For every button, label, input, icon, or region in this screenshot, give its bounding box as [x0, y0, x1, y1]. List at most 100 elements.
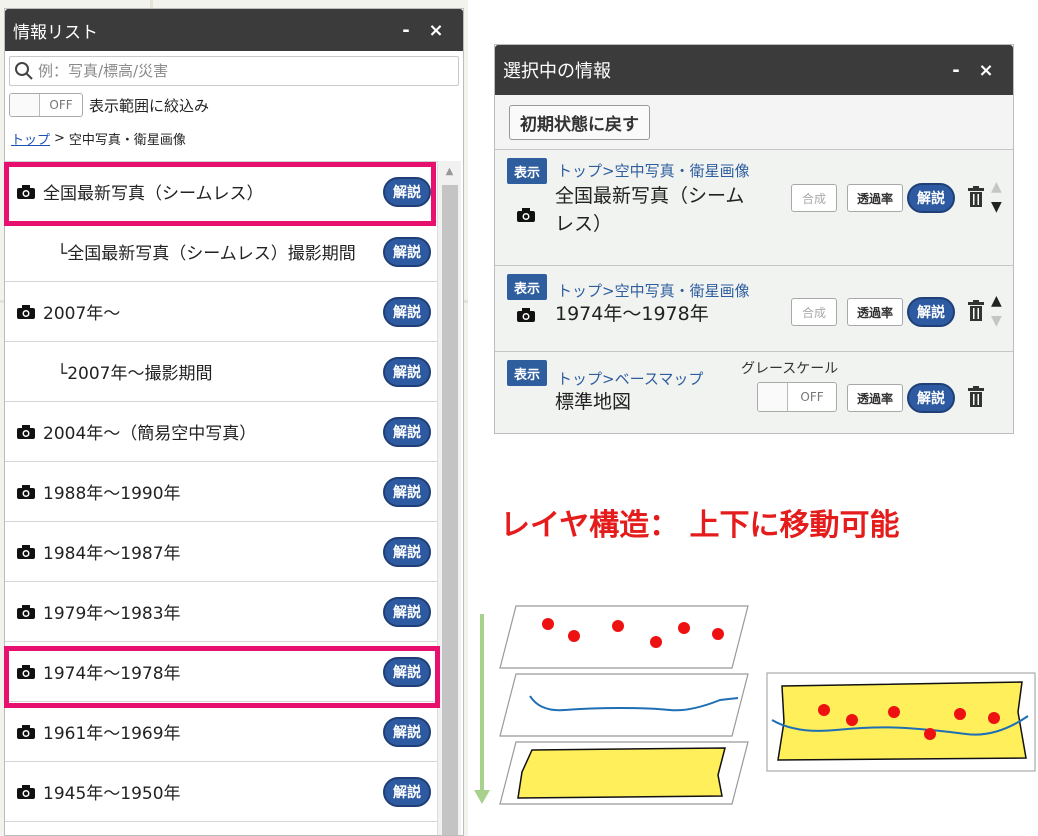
list-item-label: └全国最新写真（シームレス）撮影期間	[57, 244, 356, 264]
close-button[interactable]: ×	[421, 20, 451, 41]
minimize-button[interactable]: -	[391, 20, 421, 41]
show-button[interactable]: 表示	[507, 158, 547, 184]
selected-layer-1: 表示 トップ>空中写真・衛星画像 全国最新写真（シーム レス） 合成 透過率 解…	[495, 149, 1013, 265]
list-item[interactable]: └2007年～撮影期間 解説	[5, 342, 437, 402]
move-up-arrow-icon[interactable]: ▲	[991, 294, 1002, 308]
list-item-label: 1984年～1987年	[43, 544, 181, 564]
composite-button[interactable]: 合成	[791, 184, 837, 212]
reset-area: 初期状態に戻す	[495, 95, 1013, 149]
display-range-filter: OFF 表示範囲に絞込み	[9, 93, 463, 117]
list-item-icon	[17, 184, 37, 199]
merged-area-fill	[777, 681, 1027, 761]
kaisetsu-button[interactable]: 解説	[383, 356, 431, 387]
list-scrollbar[interactable]: ▲	[437, 161, 461, 835]
breadcrumb-top-link[interactable]: トップ	[11, 129, 50, 148]
layer-structure-headline: レイヤ構造： 上下に移動可能	[500, 508, 900, 543]
transparency-button[interactable]: 透過率	[847, 298, 903, 326]
trash-icon[interactable]	[967, 386, 985, 408]
list-item-icon	[17, 544, 37, 559]
search-box	[9, 56, 459, 86]
list-item-icon	[17, 304, 37, 319]
list-item[interactable]: 1984年～1987年 解説	[5, 522, 437, 582]
list-item[interactable]: 全国最新写真（シームレス） 解説	[5, 162, 437, 222]
merged-point-marker	[888, 706, 900, 718]
kaisetsu-button[interactable]: 解説	[383, 536, 431, 567]
list-item[interactable]: 2004年～（簡易空中写真） 解説	[5, 402, 437, 462]
list-item[interactable]: 1961年～1969年 解説	[5, 702, 437, 762]
kaisetsu-button[interactable]: 解説	[383, 416, 431, 447]
list-item-label: 1961年～1969年	[43, 724, 181, 744]
layer-title: 1974年～1978年	[555, 303, 709, 325]
info-panel-header: 情報リスト - ×	[5, 9, 463, 51]
minimize-button[interactable]: -	[941, 60, 971, 81]
kaisetsu-button[interactable]: 解説	[383, 176, 431, 207]
toggle-state: OFF	[49, 98, 73, 112]
transparency-button[interactable]: 透過率	[847, 384, 903, 412]
list-item-label: └2007年～撮影期間	[57, 364, 213, 384]
toggle-knob	[10, 94, 40, 116]
show-button[interactable]: 表示	[507, 274, 547, 300]
camera-icon	[17, 424, 35, 439]
list-item-icon	[17, 424, 37, 439]
list-item-label: 1945年～1950年	[43, 784, 181, 804]
selected-layer-2: 表示 トップ>空中写真・衛星画像 1974年～1978年 合成 透過率 解説 ▲…	[495, 265, 1013, 351]
list-item[interactable]: 1988年～1990年 解説	[5, 462, 437, 522]
kaisetsu-button[interactable]: 解説	[383, 476, 431, 507]
kaisetsu-button[interactable]: 解説	[907, 297, 955, 327]
layer-stack-illustration	[474, 605, 749, 805]
move-down-arrow-icon[interactable]: ▼	[991, 314, 1002, 328]
kaisetsu-button[interactable]: 解説	[383, 716, 431, 747]
panel-title: 情報リスト	[13, 22, 98, 43]
kaisetsu-button[interactable]: 解説	[907, 183, 955, 213]
trash-icon[interactable]	[967, 186, 985, 208]
list-item-icon	[17, 664, 37, 679]
kaisetsu-button[interactable]: 解説	[383, 296, 431, 327]
scrollbar-thumb[interactable]	[442, 185, 458, 835]
point-marker	[542, 618, 554, 630]
list-item-label: 1988年～1990年	[43, 484, 181, 504]
show-button[interactable]: 表示	[507, 360, 547, 386]
layer-path: トップ>ベースマップ	[557, 370, 704, 388]
move-up-arrow-icon[interactable]: ▲	[991, 180, 1002, 194]
camera-icon	[517, 308, 535, 322]
close-button[interactable]: ×	[971, 60, 1001, 81]
breadcrumb-separator: >	[54, 130, 65, 146]
list-item-label: 全国最新写真（シームレス）	[43, 184, 264, 204]
list-item-label: 2007年～	[43, 304, 121, 324]
grayscale-label: グレースケール	[741, 361, 839, 377]
kaisetsu-button[interactable]: 解説	[383, 236, 431, 267]
search-icon	[15, 62, 33, 80]
search-input[interactable]	[38, 62, 458, 80]
move-down-arrow-icon[interactable]: ▼	[991, 200, 1002, 214]
kaisetsu-button[interactable]: 解説	[383, 776, 431, 807]
list-item-label: 1979年～1983年	[43, 604, 181, 624]
list-item[interactable]: 1974年～1978年 解説	[5, 642, 437, 702]
filter-label: 表示範囲に絞込み	[89, 96, 210, 115]
layer-title-line2: レス）	[555, 213, 613, 235]
composite-button[interactable]: 合成	[791, 298, 837, 326]
transparency-button[interactable]: 透過率	[847, 184, 903, 212]
list-item[interactable]: └全国最新写真（シームレス）撮影期間 解説	[5, 222, 437, 282]
list-item[interactable]: 1979年～1983年 解説	[5, 582, 437, 642]
grayscale-toggle[interactable]: OFF	[757, 382, 837, 412]
layer-path: トップ>空中写真・衛星画像	[557, 282, 750, 300]
list-item-icon	[17, 784, 37, 799]
range-filter-toggle[interactable]: OFF	[9, 93, 83, 117]
reset-button[interactable]: 初期状態に戻す	[509, 104, 650, 140]
merged-point-marker	[924, 728, 936, 740]
kaisetsu-button[interactable]: 解説	[383, 596, 431, 627]
scroll-up-arrow-icon[interactable]: ▲	[438, 161, 461, 183]
trash-icon[interactable]	[967, 300, 985, 322]
info-list-panel: 情報リスト - × OFF 表示範囲に絞込み トップ > 空中写真・衛星画像 全…	[4, 8, 464, 836]
list-item[interactable]: 2007年～ 解説	[5, 282, 437, 342]
camera-icon	[17, 544, 35, 559]
selected-panel-header: 選択中の情報 - ×	[495, 45, 1013, 95]
kaisetsu-button[interactable]: 解説	[383, 656, 431, 687]
breadcrumb: トップ > 空中写真・衛星画像	[11, 127, 463, 149]
kaisetsu-button[interactable]: 解説	[907, 383, 955, 413]
point-marker	[712, 628, 724, 640]
list-item[interactable]: 1945年～1950年 解説	[5, 762, 437, 822]
layer-title: 標準地図	[555, 391, 632, 413]
camera-icon	[17, 484, 35, 499]
selected-info-panel: 選択中の情報 - × 初期状態に戻す 表示 トップ>空中写真・衛星画像 全国最新…	[494, 44, 1014, 434]
